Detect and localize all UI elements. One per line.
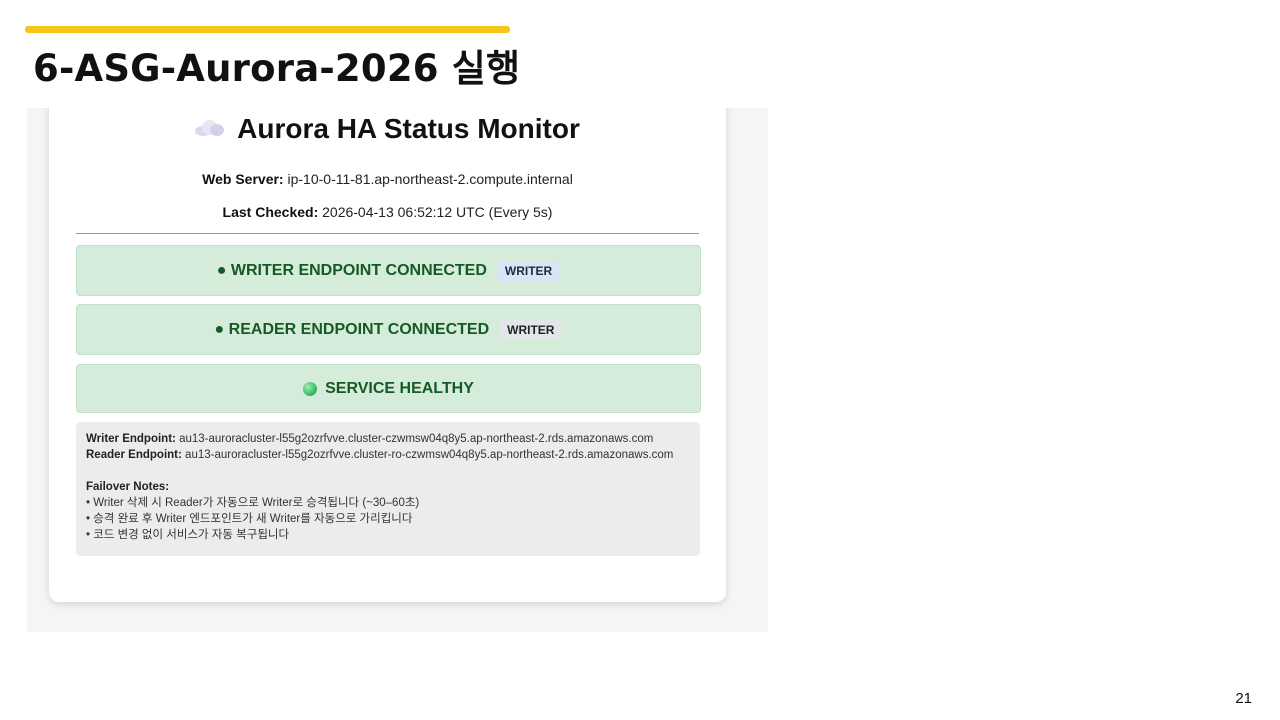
reader-endpoint-value: au13-auroracluster-l55g2ozrfvve.cluster-… [185,449,674,461]
failover-notes-title: Failover Notes: [86,481,170,493]
service-health-box: SERVICE HEALTHY [76,364,701,413]
writer-role-badge: WRITER [496,260,561,281]
cloud-icon [195,119,225,136]
writer-status-text: ● WRITER ENDPOINT CONNECTED [216,261,487,279]
status-monitor-card: Aurora HA Status Monitor Web Server: ip-… [49,108,726,602]
reader-endpoint-label: Reader Endpoint: [86,449,182,461]
divider [76,233,699,234]
page-number: 21 [1235,690,1252,707]
health-status-icon [303,381,318,396]
slide-title: 6-ASG-Aurora-2026 실행 [33,47,521,90]
monitor-title-text: Aurora HA Status Monitor [237,113,580,144]
reader-status-text: ● READER ENDPOINT CONNECTED [214,320,490,338]
web-server-line: Web Server: ip-10-0-11-81.ap-northeast-2… [49,171,726,187]
writer-status-box: ● WRITER ENDPOINT CONNECTED WRITER [76,245,701,296]
writer-endpoint-line: Writer Endpoint: au13-auroracluster-l55g… [86,431,690,447]
last-checked-value: 2026-04-13 06:52:12 UTC (Every 5s) [322,204,553,220]
failover-note-item: • 승격 완료 후 Writer 엔드포인트가 새 Writer를 자동으로 가… [86,513,413,525]
last-checked-line: Last Checked: 2026-04-13 06:52:12 UTC (E… [49,204,726,220]
writer-endpoint-value: au13-auroracluster-l55g2ozrfvve.cluster-… [179,433,654,445]
reader-status-box: ● READER ENDPOINT CONNECTED WRITER [76,304,701,355]
last-checked-label: Last Checked: [222,204,319,220]
title-accent-bar [25,26,510,33]
web-server-label: Web Server: [202,171,284,187]
service-health-text: SERVICE HEALTHY [325,379,474,397]
embedded-screenshot: Aurora HA Status Monitor Web Server: ip-… [27,108,768,632]
failover-note-item: • 코드 변경 없이 서비스가 자동 복구됩니다 [86,529,290,541]
reader-role-badge: WRITER [499,319,563,340]
endpoint-notes-panel: Writer Endpoint: au13-auroracluster-l55g… [76,422,700,556]
web-server-value: ip-10-0-11-81.ap-northeast-2.compute.int… [287,171,573,187]
writer-endpoint-label: Writer Endpoint: [86,433,176,445]
failover-note-item: • Writer 삭제 시 Reader가 자동으로 Writer로 승격됩니다… [86,497,420,509]
reader-endpoint-line: Reader Endpoint: au13-auroracluster-l55g… [86,447,690,463]
monitor-title: Aurora HA Status Monitor [49,113,726,145]
